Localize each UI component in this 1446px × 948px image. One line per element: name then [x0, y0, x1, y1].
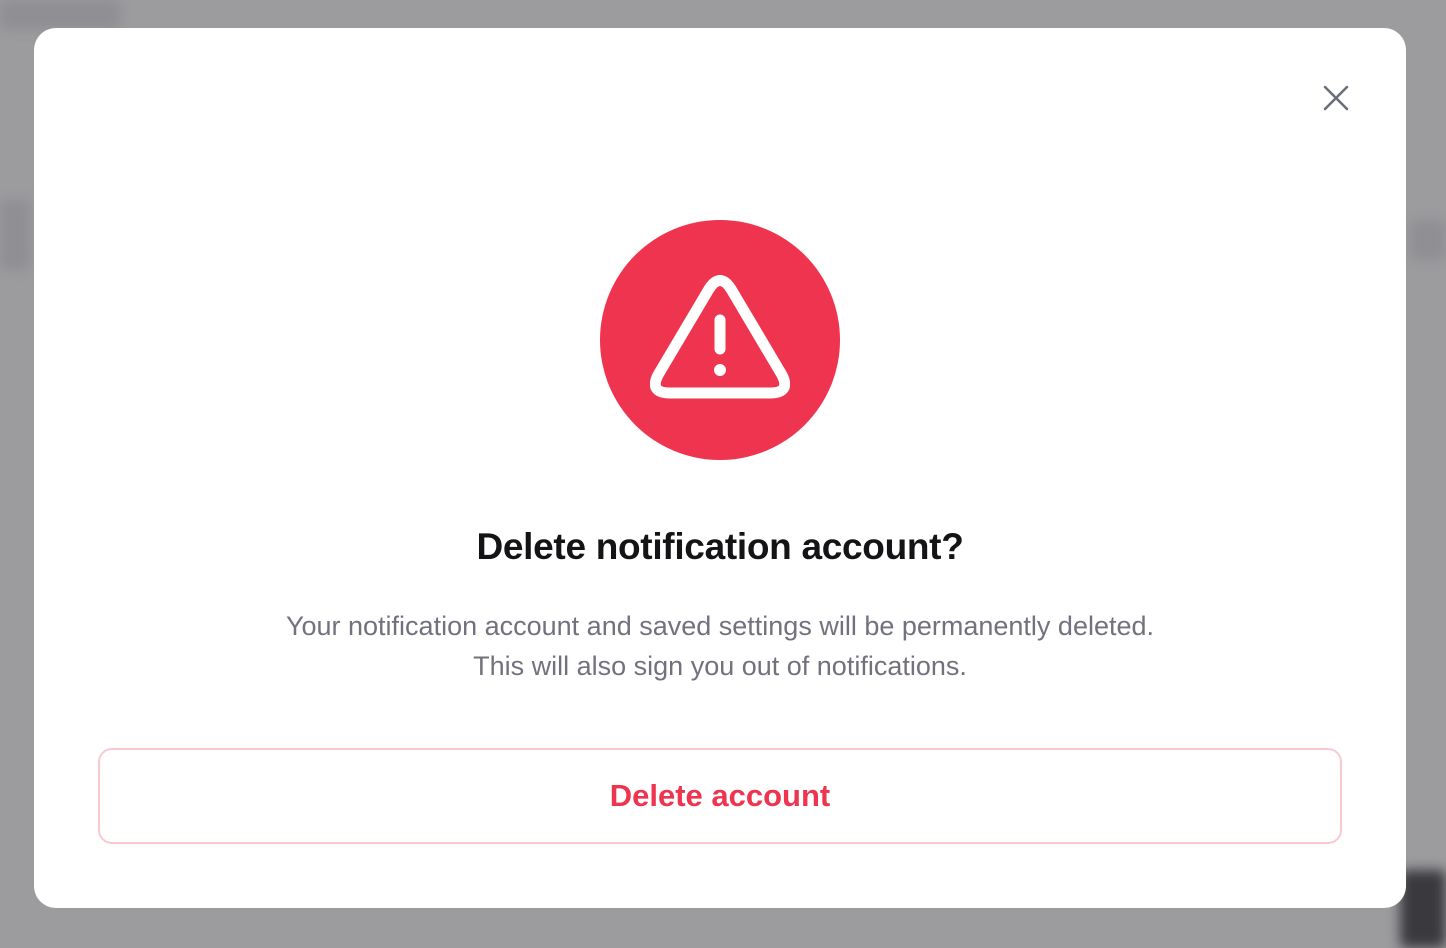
- warning-triangle-icon: [650, 275, 790, 399]
- background-element: [1410, 220, 1446, 260]
- close-button[interactable]: [1318, 80, 1354, 116]
- background-element: [0, 200, 30, 270]
- description-line-1: Your notification account and saved sett…: [285, 611, 1155, 641]
- dialog-description: Your notification account and saved sett…: [34, 606, 1406, 686]
- delete-account-dialog: Delete notification account? Your notifi…: [34, 28, 1406, 908]
- background-element: [1400, 870, 1446, 948]
- close-icon: [1323, 85, 1349, 111]
- delete-account-button[interactable]: Delete account: [98, 748, 1342, 844]
- warning-badge: [600, 220, 840, 460]
- dialog-title: Delete notification account?: [476, 526, 964, 567]
- description-line-2: This will also sign you out of notificat…: [473, 651, 967, 681]
- background-element: [0, 0, 120, 30]
